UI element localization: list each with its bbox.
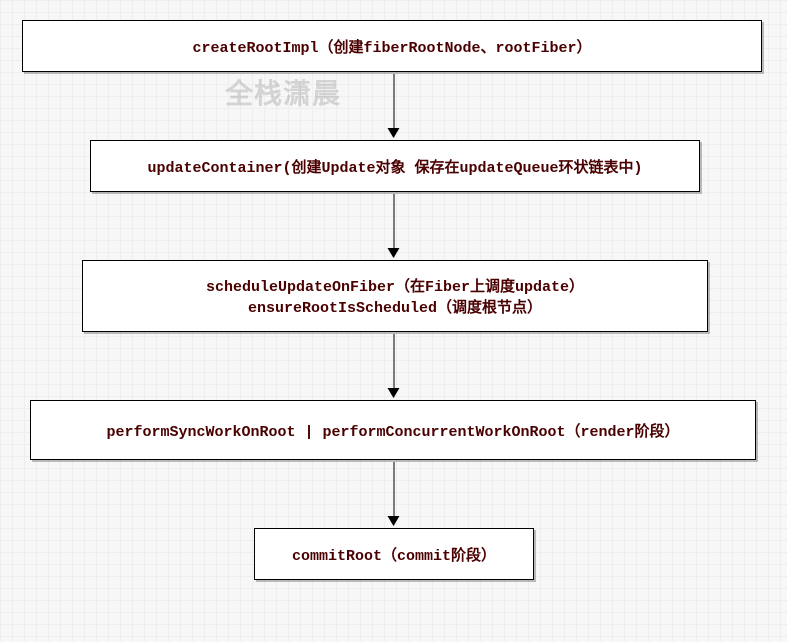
flow-node-createRootImpl: createRootImpl（创建fiberRootNode、rootFiber… [22,20,762,72]
flow-node-commitRoot: commitRoot（commit阶段） [254,528,534,580]
flow-node-updateContainer: updateContainer(创建Update对象 保存在updateQueu… [90,140,700,192]
arrow-icon [393,334,394,397]
watermark-text: 全栈潇晨 [225,72,341,112]
flow-node-label: commitRoot（commit阶段） [292,544,496,565]
flow-node-scheduleUpdateOnFiber: scheduleUpdateOnFiber（在Fiber上调度update） e… [82,260,708,332]
flow-node-label-line2: ensureRootIsScheduled（调度根节点） [248,296,542,317]
arrow-icon [393,194,394,257]
flow-node-label: updateContainer(创建Update对象 保存在updateQueu… [147,156,642,177]
flow-node-label: createRootImpl（创建fiberRootNode、rootFiber… [192,36,591,57]
arrow-icon [393,74,394,137]
flow-node-performWorkOnRoot: performSyncWorkOnRoot | performConcurren… [30,400,756,460]
arrow-icon [393,462,394,525]
flow-node-label-line1: scheduleUpdateOnFiber（在Fiber上调度update） [206,275,584,296]
flow-node-label: performSyncWorkOnRoot | performConcurren… [106,420,679,441]
